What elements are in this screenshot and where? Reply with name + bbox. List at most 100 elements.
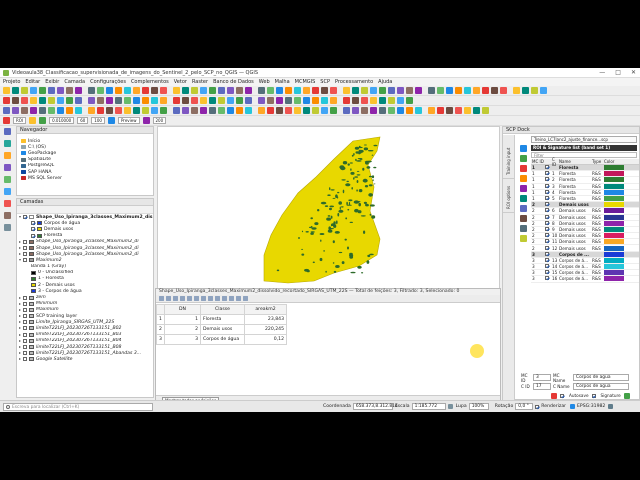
roi-color-swatch[interactable] — [604, 276, 624, 282]
table-row[interactable]: 2 2 Demais usos 220,245 — [156, 324, 287, 335]
toolbar-tool-icon[interactable] — [343, 97, 350, 104]
toolbar-tool-icon[interactable] — [531, 87, 538, 94]
toolbar-tool-icon[interactable] — [540, 87, 547, 94]
toolbar-tool-icon[interactable] — [21, 97, 28, 104]
toolbar-tool-icon[interactable] — [12, 87, 19, 94]
cell-areakm2[interactable]: 23,843 — [244, 314, 287, 325]
toolbar-tool-icon[interactable] — [245, 107, 252, 114]
toolbar-tool-icon[interactable] — [88, 97, 95, 104]
expand-arrow-icon[interactable] — [19, 339, 21, 342]
toolbar-tool-icon[interactable] — [66, 87, 73, 94]
toolbar-tool-icon[interactable] — [160, 97, 167, 104]
toolbar-tool-icon[interactable] — [370, 87, 377, 94]
roi-row[interactable]: 3 16 Corpos de á... R&S — [531, 276, 639, 283]
toolbar-tool-icon[interactable] — [482, 107, 489, 114]
expand-arrow-icon[interactable] — [19, 315, 21, 318]
menu-editar[interactable]: Editar — [25, 79, 40, 85]
toolbar-tool-icon[interactable] — [133, 107, 140, 114]
roi-color-swatch[interactable] — [604, 171, 624, 177]
expand-arrow-icon[interactable] — [19, 253, 21, 256]
menu-exibir[interactable]: Exibir — [45, 79, 59, 85]
expand-arrow-icon[interactable] — [19, 259, 21, 262]
header-mc-id[interactable]: MC ID — [531, 159, 545, 164]
menu-ajuda[interactable]: Ajuda — [378, 79, 392, 85]
toolbar-tool-icon[interactable] — [3, 97, 10, 104]
toolbar-tool-icon[interactable] — [173, 107, 180, 114]
layer-visibility-checkbox[interactable] — [23, 320, 27, 325]
toolbar-tool-icon[interactable] — [388, 97, 395, 104]
add-spatialite-icon[interactable] — [4, 176, 11, 183]
scp-roi-point-icon[interactable] — [39, 117, 47, 124]
roi-checkbox[interactable] — [545, 196, 549, 201]
table-row[interactable]: 1 1 Floresta 23,843 — [156, 314, 287, 325]
calc-signature-icon[interactable] — [519, 185, 527, 192]
expand-arrow-icon[interactable] — [19, 240, 21, 243]
toolbar-tool-icon[interactable] — [124, 97, 131, 104]
toolbar-tool-icon[interactable] — [276, 107, 283, 114]
toolbar-tool-icon[interactable] — [464, 87, 471, 94]
toolbar-tool-icon[interactable] — [12, 107, 19, 114]
roi-color-swatch[interactable] — [604, 196, 624, 202]
toolbar-tool-icon[interactable] — [142, 97, 149, 104]
cell-classe[interactable]: Demais usos — [200, 324, 245, 335]
toolbar-tool-icon[interactable] — [379, 107, 386, 114]
tab-training-input[interactable]: Training input — [503, 135, 515, 179]
toolbar-tool-icon[interactable] — [370, 97, 377, 104]
expand-arrow-icon[interactable] — [19, 352, 21, 355]
roi-color-swatch[interactable] — [604, 251, 624, 257]
toolbar-tool-icon[interactable] — [415, 87, 422, 94]
invert-selection-icon[interactable] — [208, 296, 213, 301]
toolbar-tool-icon[interactable] — [352, 87, 359, 94]
toolbar-tool-icon[interactable] — [57, 97, 64, 104]
layer-visibility-checkbox[interactable] — [31, 233, 35, 238]
toolbar-tool-icon[interactable] — [124, 87, 131, 94]
toolbar-tool-icon[interactable] — [218, 87, 225, 94]
roi-checkbox[interactable] — [545, 239, 549, 244]
toolbar-tool-icon[interactable] — [379, 87, 386, 94]
roi-color-swatch[interactable] — [604, 183, 624, 189]
toolbar-tool-icon[interactable] — [124, 107, 131, 114]
toolbar-tool-icon[interactable] — [57, 107, 64, 114]
roi-checkbox[interactable] — [545, 214, 549, 219]
layer-visibility-checkbox[interactable] — [23, 239, 27, 244]
toolbar-tool-icon[interactable] — [258, 97, 265, 104]
toolbar-tool-icon[interactable] — [3, 107, 10, 114]
roi-checkbox[interactable] — [545, 165, 549, 170]
toolbar-tool-icon[interactable] — [236, 87, 243, 94]
toolbar-tool-icon[interactable] — [397, 107, 404, 114]
roi-checkbox[interactable] — [545, 257, 549, 262]
roi-checkbox[interactable] — [545, 264, 549, 269]
roi-color-swatch[interactable] — [604, 202, 624, 208]
expand-arrow-icon[interactable] — [19, 308, 21, 311]
toolbar-tool-icon[interactable] — [30, 107, 37, 114]
roi-color-swatch[interactable] — [604, 264, 624, 270]
menu-camada[interactable]: Camada — [64, 79, 85, 85]
add-vector-icon[interactable] — [4, 140, 11, 147]
roi-checkbox[interactable] — [545, 251, 549, 256]
toolbar-tool-icon[interactable] — [151, 97, 158, 104]
save-edits-icon[interactable] — [166, 296, 171, 301]
toolbar-tool-icon[interactable] — [406, 97, 413, 104]
toolbar-tool-icon[interactable] — [303, 107, 310, 114]
roi-color-swatch[interactable] — [604, 189, 624, 195]
toolbar-tool-icon[interactable] — [106, 107, 113, 114]
roi-color-swatch[interactable] — [604, 165, 624, 171]
toolbar-tool-icon[interactable] — [500, 87, 507, 94]
toggle-edit-icon[interactable] — [159, 296, 164, 301]
locator-search-input[interactable]: Escreva para localizar (Ctrl+K) — [3, 402, 153, 411]
toolbar-tool-icon[interactable] — [312, 87, 319, 94]
toolbar-tool-icon[interactable] — [285, 87, 292, 94]
toolbar-tool-icon[interactable] — [343, 87, 350, 94]
reload-icon[interactable] — [173, 296, 178, 301]
toolbar-tool-icon[interactable] — [75, 87, 82, 94]
toolbar-tool-icon[interactable] — [200, 97, 207, 104]
layer-visibility-checkbox[interactable] — [31, 221, 35, 226]
menu-scp[interactable]: SCP — [320, 79, 330, 85]
toolbar-tool-icon[interactable] — [482, 87, 489, 94]
expand-arrow-icon[interactable] — [19, 333, 21, 336]
roi-checkbox[interactable] — [545, 220, 549, 225]
deselect-icon[interactable] — [215, 296, 220, 301]
cell-areakm2[interactable]: 220,245 — [244, 324, 287, 335]
toolbar-tool-icon[interactable] — [267, 97, 274, 104]
menu-processamento[interactable]: Processamento — [335, 79, 373, 85]
